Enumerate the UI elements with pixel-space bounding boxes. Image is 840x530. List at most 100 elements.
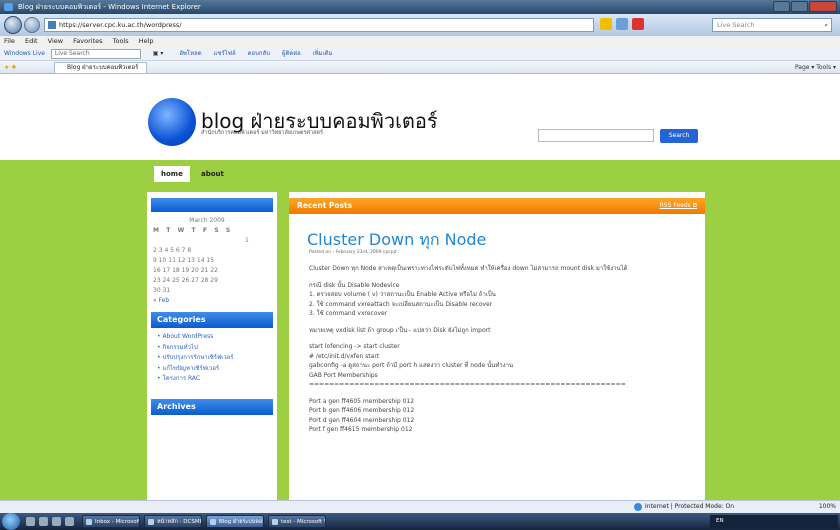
globe-icon — [634, 502, 642, 511]
rss-feeds-label: RSS Feeds — [659, 202, 691, 209]
quicklaunch-icon[interactable] — [39, 517, 48, 526]
maximize-button[interactable] — [791, 1, 808, 12]
main-content: Recent Posts RSS Feeds ⧉ Cluster Down ทุ… — [289, 192, 705, 500]
calendar-prev-link[interactable]: « Feb — [153, 296, 277, 306]
toolbar-link-contacts[interactable]: ผู้ติดต่อ — [282, 50, 301, 57]
calendar-row: 16 17 18 19 20 21 22 — [153, 267, 218, 274]
site-description: สำนักบริการคอมพิวเตอร์ มหาวิทยาลัยเกษตรศ… — [201, 130, 323, 136]
calendar-row: 2 3 4 5 6 7 8 — [153, 247, 192, 254]
taskbar-button[interactable]: Inbox - Microsoft... — [82, 515, 140, 528]
menu-tools[interactable]: Tools — [113, 37, 129, 45]
rss-icon: ⧉ — [692, 202, 697, 209]
rss-feeds-link[interactable]: RSS Feeds ⧉ — [660, 198, 697, 214]
windows-live-label[interactable]: Windows Live — [4, 50, 45, 57]
security-zone[interactable]: Internet | Protected Mode: On — [634, 501, 734, 513]
windows-live-toolbar: Windows Live Live Search ▣ ▾ อัพโหลด แชร… — [0, 47, 840, 61]
sidebar-calendar-header — [151, 198, 273, 212]
calendar-row: 9 10 11 12 13 14 15 — [153, 257, 215, 264]
site-search-button[interactable]: Search — [660, 129, 698, 143]
calendar-widget: March 2009 M T W T F S S 1 2 3 4 5 6 7 8… — [147, 212, 277, 306]
address-bar[interactable]: https://server.cpc.ku.ac.th/wordpress/ — [44, 18, 594, 32]
sidebar: March 2009 M T W T F S S 1 2 3 4 5 6 7 8… — [147, 192, 277, 500]
site-header: blog ฝ่ายระบบคอมพิวเตอร์ สำนักบริการคอมพ… — [0, 74, 840, 160]
window-titlebar: Blog ฝ่ายระบบคอมพิวเตอร์ - Windows Inter… — [0, 0, 840, 14]
favorites-star-icon[interactable]: ★ ✚ — [4, 61, 16, 74]
tab-bar: ★ ✚ Blog ฝ่ายระบบคอมพิวเตอร์ Page ▾ Tool… — [0, 61, 840, 74]
nav-home[interactable]: home — [154, 166, 190, 182]
address-tools — [600, 18, 644, 30]
forward-button[interactable] — [24, 17, 40, 33]
live-search-input[interactable]: Live Search ⌕ — [712, 18, 832, 32]
menu-help[interactable]: Help — [139, 37, 154, 45]
page-viewport: blog ฝ่ายระบบคอมพิวเตอร์ สำนักบริการคอมพ… — [0, 74, 840, 500]
archives-heading: Archives — [151, 398, 273, 415]
post-step: 3. ใช้ command vxrecover — [309, 310, 388, 317]
menu-bar: File Edit View Favorites Tools Help — [0, 36, 840, 47]
ie-icon — [4, 3, 13, 11]
window-title: Blog ฝ่ายระบบคอมพิวเตอร์ - Windows Inter… — [18, 3, 201, 11]
port-line: Port b gen ff4606 membership 012 — [309, 407, 415, 414]
command-bar[interactable]: Page ▾ Tools ▾ — [795, 61, 836, 74]
post-command: GAB Port Memberships — [309, 371, 378, 379]
calendar-days-header: M T W T F S S — [153, 227, 233, 234]
post-note: หมายเหตุ vxdisk list ถ้า group เ'ป็น - แ… — [309, 326, 491, 334]
calendar-row: 1 — [245, 237, 249, 244]
post-step: 2. ใช้ command vxreattach จะเปลี่ยนสถานะ… — [309, 300, 493, 308]
port-line: Port d gen ff4604 membership 012 — [309, 416, 415, 424]
window-controls — [773, 1, 837, 12]
post-intro: Cluster Down ทุก Node สาเหตุเป็นเพราะทาง… — [309, 265, 628, 272]
page-icon — [48, 21, 56, 29]
categories-list: About WordPress กิจกรรมทั่วไป ปรับปรุงกา… — [147, 328, 277, 385]
recent-posts-header: Recent Posts RSS Feeds ⧉ — [289, 198, 705, 214]
recent-posts-title: Recent Posts — [297, 201, 353, 210]
stop-icon[interactable] — [632, 18, 644, 30]
category-link[interactable]: ปรับปรุงการรักษาเซิร์ฟเวอร์ — [157, 353, 277, 364]
post-command: start lofencing -> start cluster — [309, 343, 400, 350]
toolbar-search-input[interactable]: Live Search — [50, 48, 141, 59]
category-link[interactable]: กิจกรรมทั่วไป — [157, 343, 277, 354]
menu-favorites[interactable]: Favorites — [73, 37, 102, 45]
category-link[interactable]: แก้ไขปัญหาเซิร์ฟเวอร์ — [157, 364, 277, 375]
post-body: Cluster Down ทุก Node สาเหตุเป็นเพราะทาง… — [309, 264, 694, 435]
start-button[interactable] — [2, 513, 20, 530]
category-link[interactable]: About WordPress — [157, 332, 277, 343]
post-case-heading: กรณี disk นั้น Disable Nodevice — [309, 281, 400, 289]
system-tray: EN — [710, 515, 838, 528]
nav-about[interactable]: about — [194, 166, 231, 182]
search-icon[interactable]: ⌕ — [824, 19, 828, 31]
refresh-icon[interactable] — [616, 18, 628, 30]
taskbar-button[interactable]: หน้าหลัก - DCSMBX... — [144, 515, 202, 528]
calendar-row: 23 24 25 26 27 28 29 — [153, 277, 218, 284]
quicklaunch-icon[interactable] — [65, 517, 74, 526]
tab-label: Blog ฝ่ายระบบคอมพิวเตอร์ — [67, 64, 139, 71]
minimize-button[interactable] — [773, 1, 790, 12]
menu-edit[interactable]: Edit — [25, 37, 38, 45]
post-separator: ========================================… — [309, 381, 626, 388]
toolbar-link-more[interactable]: เพิ่มเติม — [313, 50, 333, 57]
back-button[interactable] — [4, 16, 22, 34]
toolbar-link-reply[interactable]: ตอบกลับ — [248, 50, 270, 57]
status-bar: Internet | Protected Mode: On 100% — [0, 500, 840, 513]
toolbar-link-upload[interactable]: อัพโหลด — [179, 50, 201, 57]
browser-tab[interactable]: Blog ฝ่ายระบบคอมพิวเตอร์ — [54, 62, 148, 73]
taskbar-button[interactable]: Blog ฝ่ายระบบคอมพิ... — [206, 515, 264, 528]
quicklaunch-icon[interactable] — [52, 517, 61, 526]
toolbar-search-icon[interactable]: ▣ ▾ — [153, 50, 164, 57]
menu-view[interactable]: View — [48, 37, 63, 45]
post-command: gabconfig -a ดูสถานะ port ถ้ามี port h แ… — [309, 362, 514, 369]
taskbar-button[interactable]: test - Microsoft Wo... — [268, 515, 326, 528]
toolbar-link-share[interactable]: แชร์ไฟล์ — [214, 50, 236, 57]
site-search-input[interactable] — [538, 129, 654, 142]
zoom-level[interactable]: 100% — [819, 501, 836, 513]
lock-icon[interactable] — [600, 18, 612, 30]
quick-launch — [26, 517, 74, 526]
site-logo-icon — [148, 98, 196, 146]
live-search-placeholder: Live Search — [717, 21, 755, 29]
menu-file[interactable]: File — [4, 37, 15, 45]
quicklaunch-icon[interactable] — [26, 517, 35, 526]
port-line: Port f gen ff4615 membership 012 — [309, 426, 413, 433]
language-indicator[interactable]: EN — [716, 518, 724, 524]
category-link[interactable]: โครงการ RAC — [157, 374, 277, 385]
close-button[interactable] — [809, 1, 837, 12]
post-step: 1. ตรวจสอบ volume ( v) ว่าสถานะเป็น Enab… — [309, 291, 496, 298]
